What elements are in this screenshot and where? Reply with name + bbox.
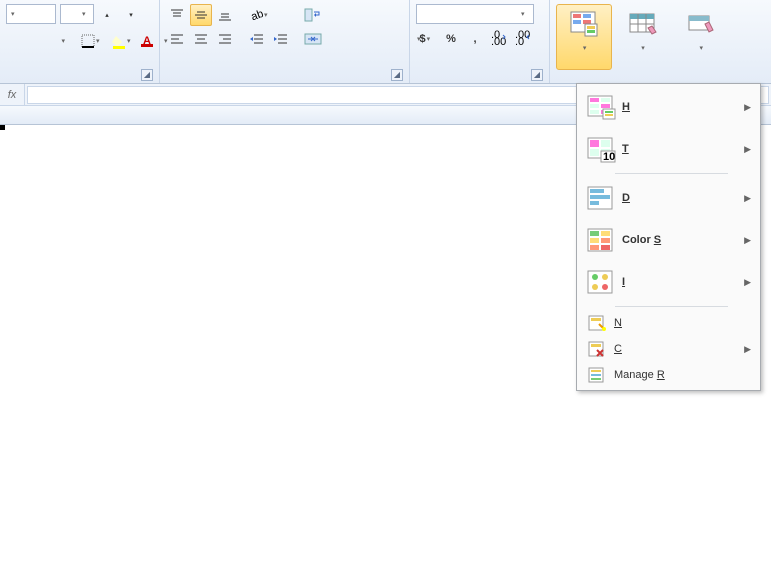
group-number: ▾ $▾ % , .0.00 .00.0 ◢ bbox=[410, 0, 550, 83]
menu-clear-rules[interactable]: C ▶ bbox=[579, 336, 758, 362]
menu-new-rule[interactable]: N bbox=[579, 310, 758, 336]
align-left-button[interactable] bbox=[166, 28, 188, 50]
group-alignment: ab▾ ▾ bbox=[160, 0, 410, 83]
top-bottom-icon: 10 bbox=[586, 135, 614, 163]
fill-handle[interactable] bbox=[0, 125, 5, 130]
selection-border bbox=[0, 125, 4, 129]
percent-format-button[interactable]: % bbox=[440, 28, 462, 50]
increase-font-button[interactable]: ▴ bbox=[96, 4, 118, 26]
font-dialog-launcher[interactable]: ◢ bbox=[141, 69, 153, 81]
data-bars-icon bbox=[586, 184, 614, 212]
conditional-formatting-menu: H ▶ 10 T ▶ D ▶ Color S ▶ I ▶ N C ▶ Manag… bbox=[576, 83, 761, 391]
menu-icon-sets[interactable]: I ▶ bbox=[579, 261, 758, 303]
cell-styles-button[interactable]: ▾ bbox=[673, 4, 729, 70]
menu-highlight-cells-rules[interactable]: H ▶ bbox=[579, 86, 758, 128]
accounting-format-button[interactable]: $▾ bbox=[416, 28, 438, 50]
ribbon: ▾ ▾ ▴ ▾ ▾ ▾ ▾ A▾ ◢ bbox=[0, 0, 771, 84]
cell-styles-icon bbox=[685, 8, 717, 40]
new-rule-icon bbox=[586, 313, 606, 333]
fill-color-button[interactable]: ▾ bbox=[109, 30, 138, 52]
align-right-button[interactable] bbox=[214, 28, 236, 50]
align-top-button[interactable] bbox=[166, 4, 188, 26]
svg-text:10: 10 bbox=[603, 151, 615, 163]
conditional-formatting-button[interactable]: ▾ bbox=[556, 4, 612, 70]
menu-manage-rules[interactable]: Manage R bbox=[579, 362, 758, 388]
color-scales-icon bbox=[586, 226, 614, 254]
svg-text:ab: ab bbox=[250, 8, 266, 23]
icon-sets-icon bbox=[586, 268, 614, 296]
font-name-combo[interactable]: ▾ bbox=[6, 4, 56, 24]
number-dialog-launcher[interactable]: ◢ bbox=[531, 69, 543, 81]
wrap-text-icon bbox=[305, 8, 321, 22]
group-font: ▾ ▾ ▴ ▾ ▾ ▾ ▾ A▾ ◢ bbox=[0, 0, 160, 83]
font-size-combo[interactable]: ▾ bbox=[60, 4, 94, 24]
decrease-indent-button[interactable] bbox=[246, 28, 268, 50]
group-label-alignment: ◢ bbox=[166, 79, 403, 83]
menu-data-bars[interactable]: D ▶ bbox=[579, 177, 758, 219]
decrease-decimal-button[interactable]: .00.0 bbox=[512, 28, 534, 50]
highlight-cells-icon bbox=[586, 93, 614, 121]
menu-separator bbox=[615, 173, 728, 174]
conditional-formatting-icon bbox=[568, 8, 600, 40]
menu-color-scales[interactable]: Color S ▶ bbox=[579, 219, 758, 261]
align-middle-button[interactable] bbox=[190, 4, 212, 26]
insert-button-truncated[interactable] bbox=[731, 4, 744, 44]
borders-button[interactable]: ▾ bbox=[78, 30, 107, 52]
fx-icon[interactable]: fx bbox=[0, 84, 25, 105]
format-as-table-icon bbox=[626, 8, 658, 40]
orientation-button[interactable]: ab▾ bbox=[246, 4, 275, 26]
italic-button[interactable] bbox=[30, 30, 52, 52]
number-format-combo[interactable]: ▾ bbox=[416, 4, 534, 24]
menu-separator bbox=[615, 306, 728, 307]
align-bottom-button[interactable] bbox=[214, 4, 236, 26]
underline-button[interactable]: ▾ bbox=[54, 30, 76, 52]
group-label-font: ◢ bbox=[6, 79, 153, 83]
menu-top-bottom-rules[interactable]: 10 T ▶ bbox=[579, 128, 758, 170]
alignment-dialog-launcher[interactable]: ◢ bbox=[391, 69, 403, 81]
manage-rules-icon bbox=[586, 365, 606, 385]
svg-text:.0: .0 bbox=[515, 36, 524, 48]
merge-icon bbox=[305, 32, 321, 46]
comma-format-button[interactable]: , bbox=[464, 28, 486, 50]
bold-button[interactable] bbox=[6, 30, 28, 52]
format-as-table-button[interactable]: ▾ bbox=[614, 4, 670, 70]
wrap-text-button[interactable] bbox=[300, 4, 410, 26]
increase-indent-button[interactable] bbox=[270, 28, 292, 50]
align-center-button[interactable] bbox=[190, 28, 212, 50]
group-styles: ▾ ▾ ▾ bbox=[550, 0, 750, 83]
decrease-font-button[interactable]: ▾ bbox=[120, 4, 142, 26]
clear-rules-icon bbox=[586, 339, 606, 359]
group-label-number: ◢ bbox=[416, 79, 543, 83]
increase-decimal-button[interactable]: .0.00 bbox=[488, 28, 510, 50]
